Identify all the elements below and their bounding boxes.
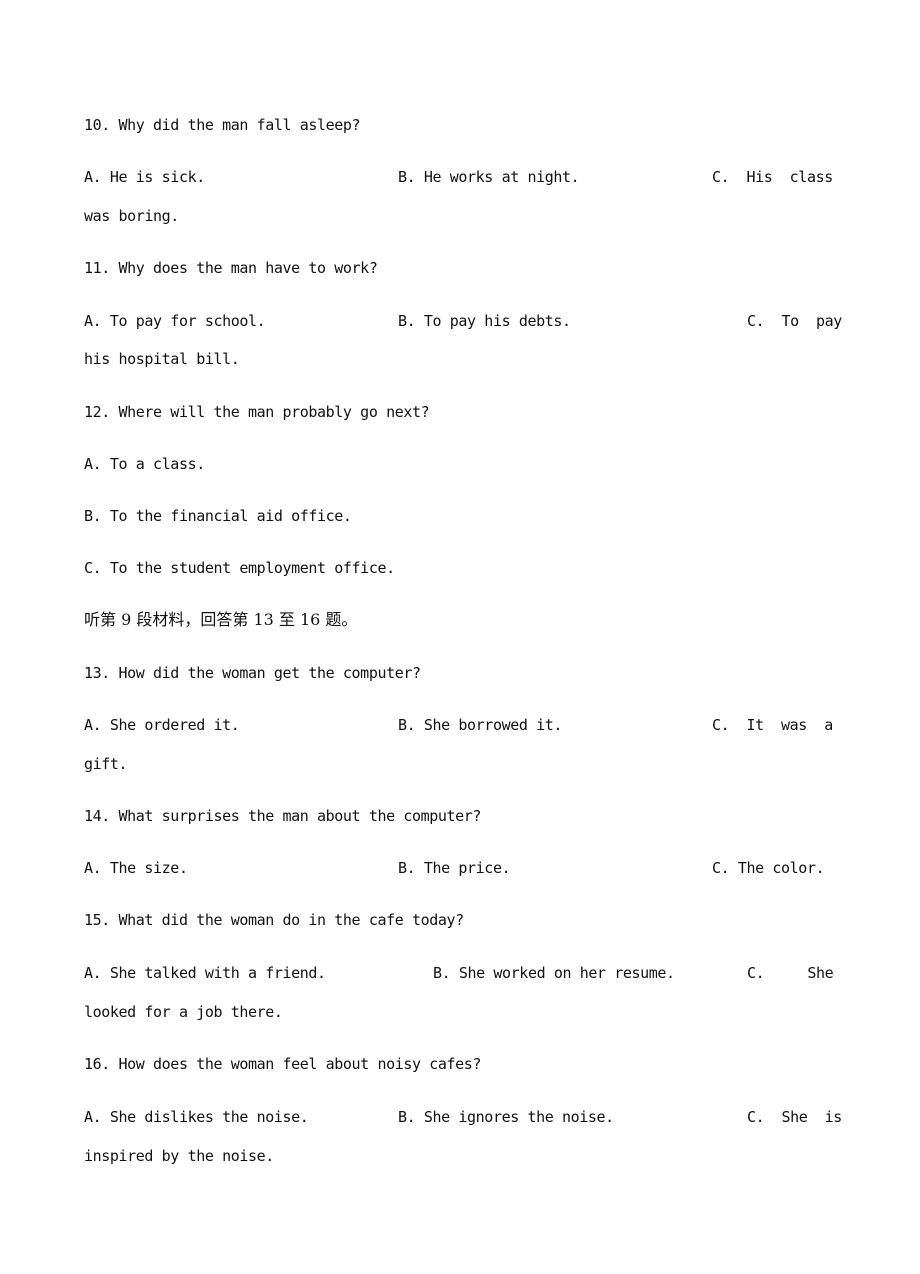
option-13-c: C. It was a [712,716,833,734]
option-10-b: B. He works at night. [398,168,580,186]
option-13-b: B. She borrowed it. [398,716,562,734]
option-11-c-continued: his hospital bill. [84,350,240,368]
option-12-a: A. To a class. [84,455,205,473]
option-16-a: A. She dislikes the noise. [84,1108,309,1126]
question-10: 10. Why did the man fall asleep? [84,116,361,134]
option-11-a: A. To pay for school. [84,312,266,330]
option-14-a: A. The size. [84,859,188,877]
option-15-c: C. She [747,964,834,982]
option-16-b: B. She ignores the noise. [398,1108,614,1126]
option-15-c-continued: looked for a job there. [84,1003,283,1021]
question-12: 12. Where will the man probably go next? [84,403,430,421]
option-11-c: C. To pay [747,312,842,330]
option-10-c: C. His class [712,168,833,186]
option-10-a: A. He is sick. [84,168,205,186]
question-16: 16. How does the woman feel about noisy … [84,1055,482,1073]
option-16-c-continued: inspired by the noise. [84,1147,274,1165]
option-13-c-continued: gift. [84,755,128,773]
question-11: 11. Why does the man have to work? [84,259,378,277]
option-15-b: B. She worked on her resume. [433,964,675,982]
option-12-b: B. To the financial aid office. [84,507,352,525]
option-14-c: C. The color. [712,859,825,877]
section-instruction: 听第 9 段材料，回答第 13 至 16 题。 [84,610,358,629]
option-14-b: B. The price. [398,859,511,877]
option-13-a: A. She ordered it. [84,716,240,734]
option-15-a: A. She talked with a friend. [84,964,326,982]
option-16-c: C. She is [747,1108,842,1126]
question-13: 13. How did the woman get the computer? [84,664,421,682]
option-12-c: C. To the student employment office. [84,559,395,577]
option-11-b: B. To pay his debts. [398,312,571,330]
question-14: 14. What surprises the man about the com… [84,807,482,825]
question-15: 15. What did the woman do in the cafe to… [84,911,464,929]
option-10-c-continued: was boring. [84,207,179,225]
